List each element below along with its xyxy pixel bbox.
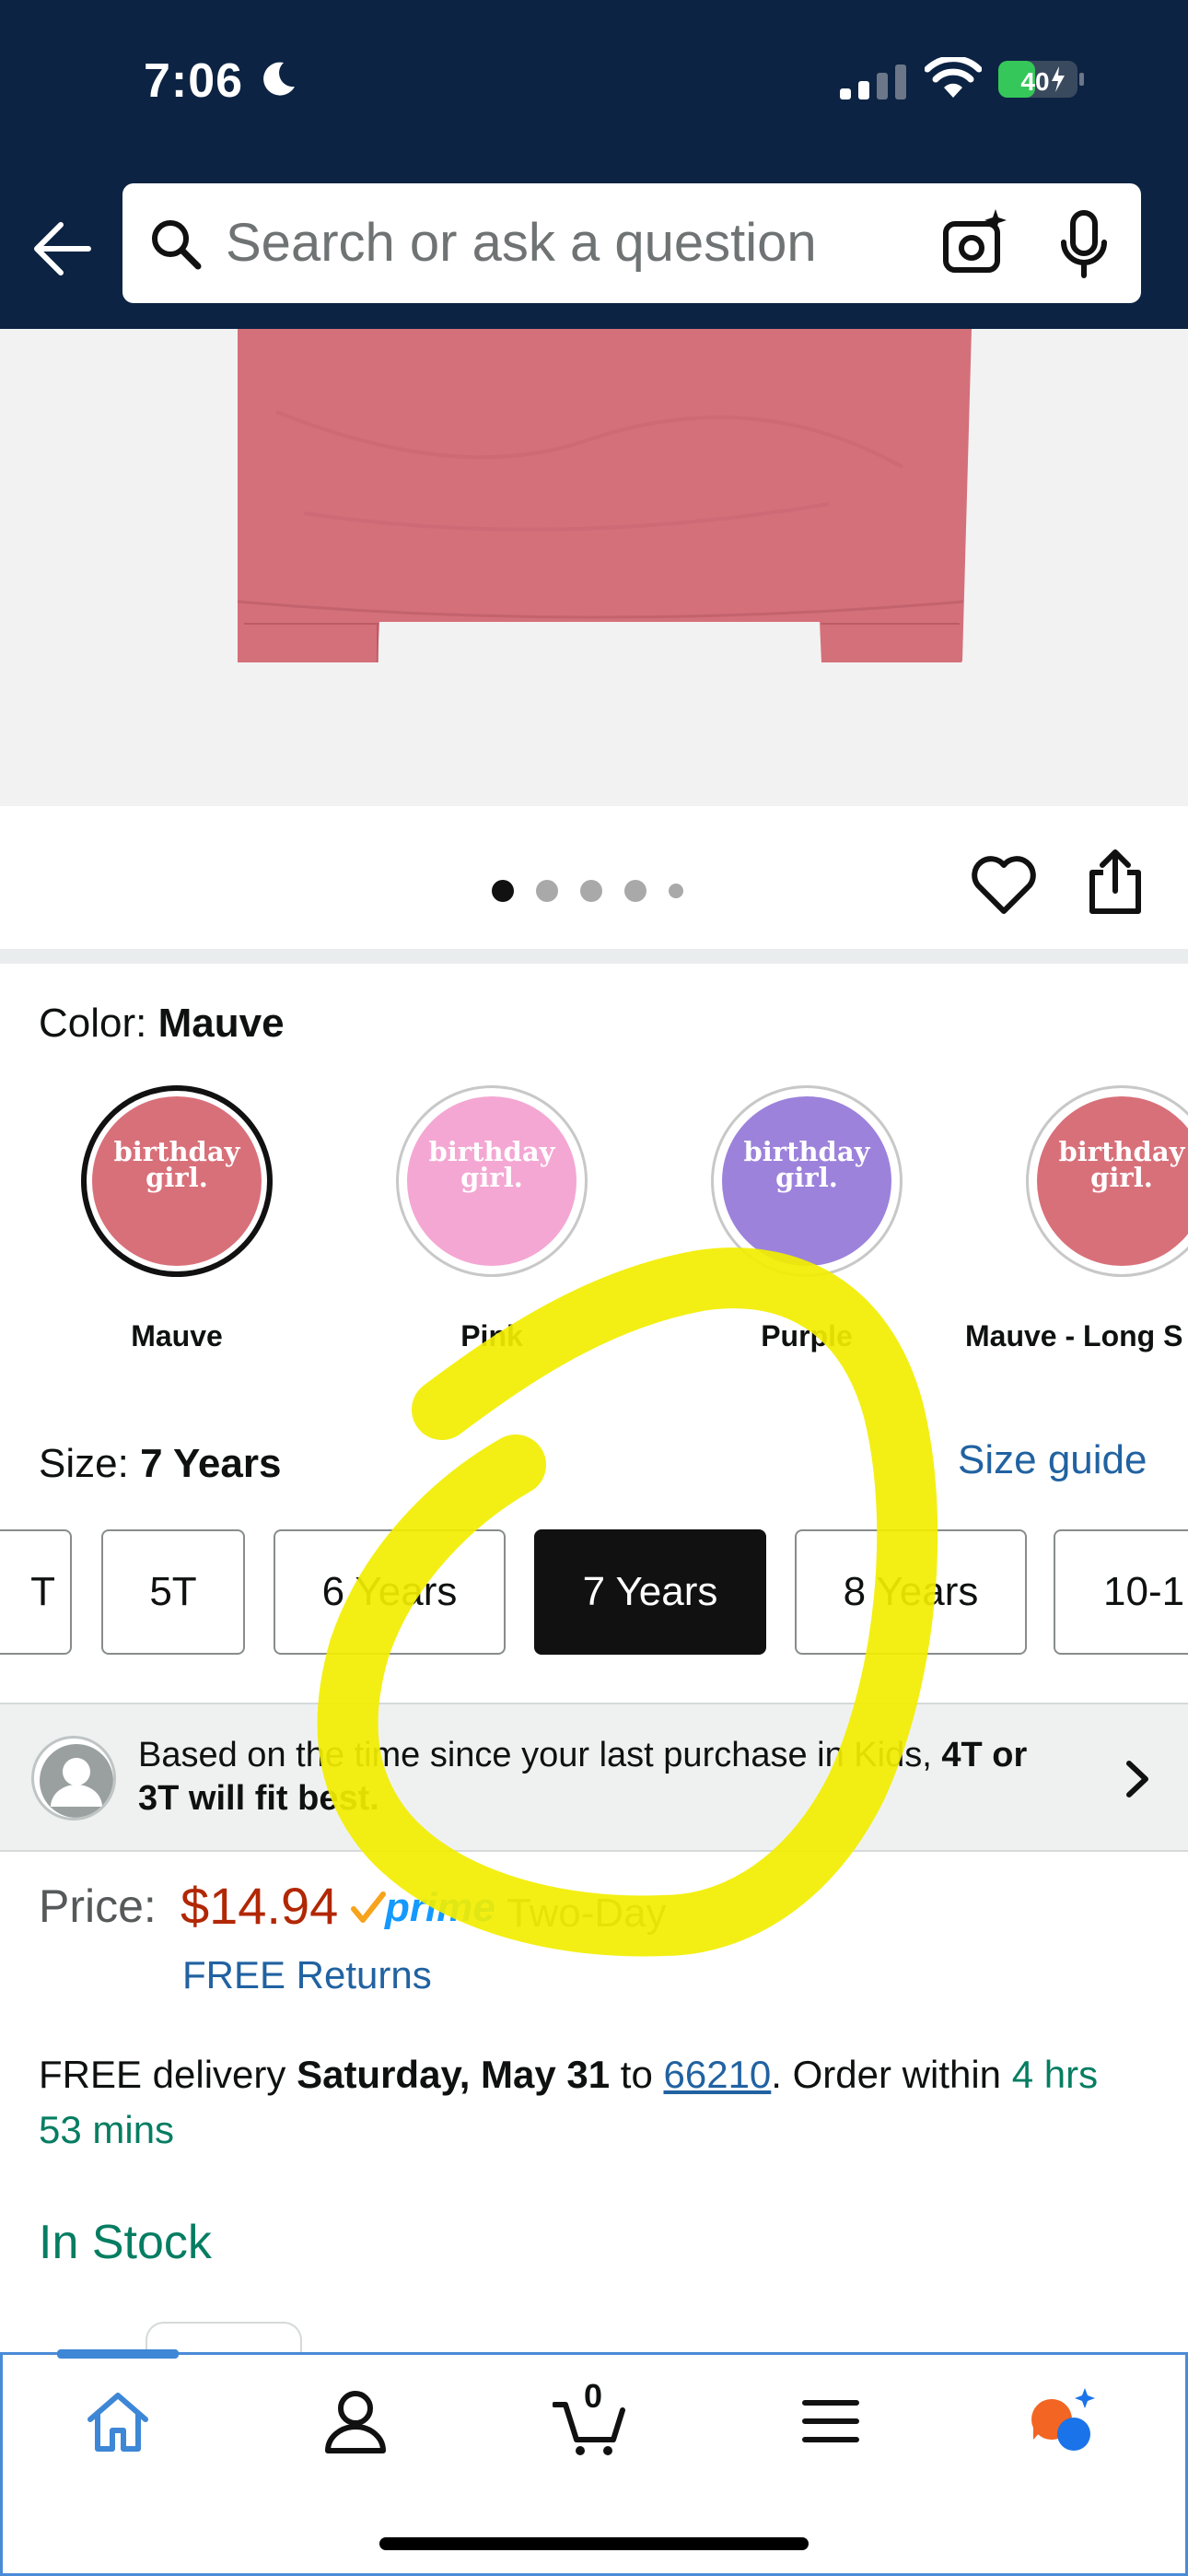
avatar — [31, 1736, 116, 1821]
color-swatch-pink[interactable]: birthday girl. — [396, 1085, 588, 1277]
home-icon[interactable] — [81, 2384, 155, 2458]
swatch-label: Purple — [761, 1319, 853, 1352]
color-label: Color: — [39, 1001, 147, 1046]
menu-icon[interactable] — [794, 2384, 868, 2458]
swatch-label: Mauve — [131, 1319, 223, 1352]
shirt-image — [0, 329, 1188, 806]
camera-search-icon[interactable] — [938, 207, 1012, 281]
color-swatch-mauve-long-sleeve[interactable]: birthday girl. — [1026, 1085, 1188, 1277]
cellular-signal-icon — [840, 64, 906, 100]
color-heading: Color: Mauve — [39, 1001, 285, 1047]
swatch-print: birthday girl. — [113, 1136, 240, 1193]
battery-icon: 40 — [998, 61, 1084, 98]
size-heading: Size: 7 Years — [39, 1441, 281, 1487]
moon-icon — [263, 62, 295, 96]
color-swatch-purple[interactable]: birthday girl. — [711, 1085, 903, 1277]
swatch-image: birthday girl. — [407, 1096, 577, 1266]
size-label: Size: — [39, 1441, 129, 1486]
search-input[interactable] — [226, 200, 981, 285]
recommendation-text: Based on the time since your last purcha… — [138, 1736, 1028, 1818]
color-swatch-mauve[interactable]: birthday girl. — [81, 1085, 273, 1277]
active-tab-indicator — [57, 2349, 179, 2359]
selected-color: Mauve — [157, 1001, 285, 1046]
gallery-dot[interactable] — [492, 880, 514, 902]
section-divider — [0, 949, 1188, 964]
swatch-print: birthday girl. — [428, 1136, 555, 1193]
prime-logo: prime — [385, 1885, 495, 1930]
cart-count: 0 — [584, 2377, 603, 2415]
share-icon[interactable] — [1087, 849, 1144, 915]
selected-size: 7 Years — [140, 1441, 282, 1486]
delivery-message: FREE delivery Saturday, May 31 to 66210.… — [39, 2053, 1099, 2151]
swatch-image: birthday girl. — [92, 1096, 262, 1266]
size-option[interactable]: 5T — [101, 1529, 245, 1655]
status-time: 7:06 — [144, 54, 244, 108]
back-arrow-icon[interactable] — [28, 216, 94, 282]
account-icon[interactable] — [319, 2384, 392, 2458]
prime-check-icon — [351, 1891, 386, 1923]
product-image[interactable] — [0, 329, 1188, 806]
swatch-print: birthday girl. — [1058, 1136, 1185, 1193]
swatch-print: birthday girl. — [743, 1136, 870, 1193]
person-icon — [40, 1744, 113, 1818]
size-option[interactable]: 10-1 — [1054, 1529, 1188, 1655]
heart-icon[interactable] — [971, 854, 1037, 915]
gallery-pagination[interactable] — [492, 880, 683, 902]
swatch-label: Pink — [460, 1319, 523, 1352]
price-value: $14.94 — [181, 1877, 339, 1935]
chevron-right-icon — [1126, 1761, 1148, 1797]
free-returns-link[interactable]: FREE Returns — [182, 1953, 432, 1997]
gallery-dot[interactable] — [580, 880, 602, 902]
zip-code-link[interactable]: 66210 — [664, 2053, 772, 2096]
shipping-speed: Two-Day — [507, 1891, 667, 1936]
size-recommendation-banner[interactable]: Based on the time since your last purcha… — [0, 1703, 1188, 1852]
battery-level: 40 — [1020, 67, 1049, 96]
gallery-dot[interactable] — [669, 884, 683, 898]
swatch-image: birthday girl. — [722, 1096, 891, 1266]
rufus-assistant-icon[interactable] — [1024, 2384, 1098, 2458]
gallery-dot[interactable] — [624, 880, 646, 902]
size-guide-link[interactable]: Size guide — [958, 1437, 1147, 1483]
price-label: Price: — [39, 1880, 157, 1932]
stock-status: In Stock — [39, 2216, 212, 2269]
microphone-icon[interactable] — [1056, 209, 1112, 279]
size-option[interactable]: 8 Years — [795, 1529, 1027, 1655]
app-header: 7:06 40 — [0, 0, 1188, 329]
search-bar[interactable] — [122, 183, 1141, 303]
size-option[interactable]: T — [0, 1529, 72, 1655]
gallery-dot[interactable] — [536, 880, 558, 902]
wifi-icon — [925, 57, 982, 98]
size-option[interactable]: 6 Years — [274, 1529, 506, 1655]
image-controls — [0, 806, 1188, 949]
search-icon — [152, 220, 202, 270]
home-indicator — [379, 2537, 809, 2550]
swatch-image: birthday girl. — [1037, 1096, 1188, 1266]
size-option-selected[interactable]: 7 Years — [534, 1529, 766, 1655]
swatch-label: Mauve - Long S — [965, 1319, 1183, 1352]
